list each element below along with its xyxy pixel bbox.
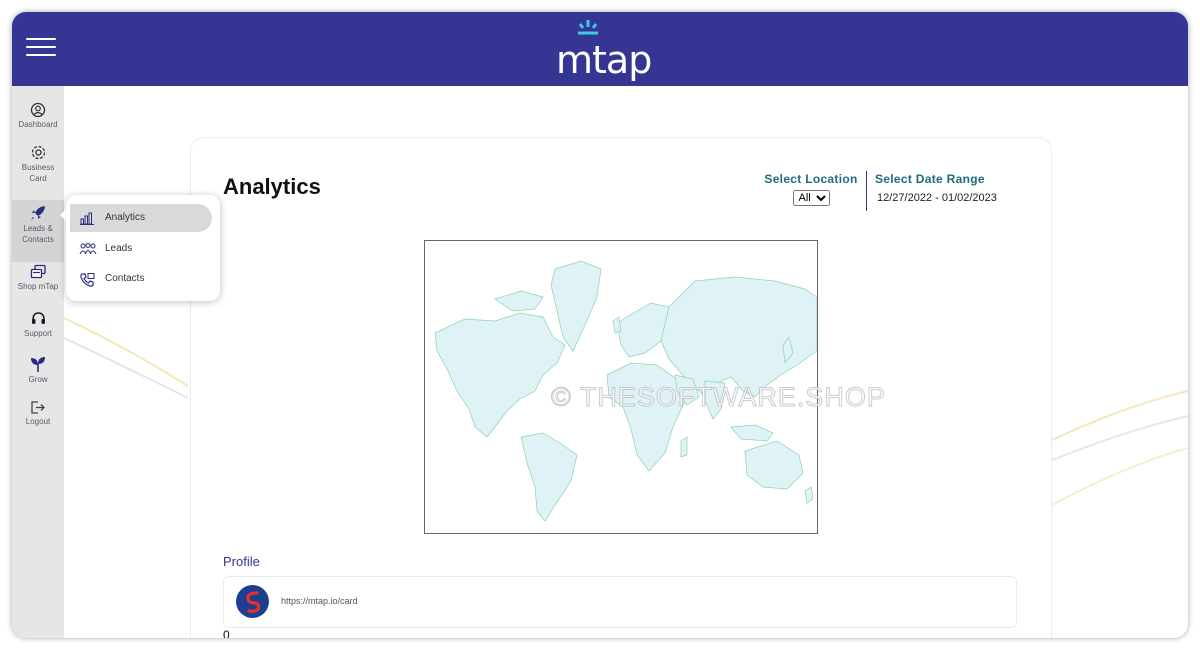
map-south-america bbox=[520, 432, 578, 522]
avatar bbox=[236, 585, 269, 618]
flyout-item-analytics[interactable]: Analytics bbox=[70, 204, 212, 232]
sidebar-item-grow[interactable]: Grow bbox=[12, 356, 64, 385]
flyout-item-label: Leads bbox=[105, 243, 133, 254]
flyout-item-label: Contacts bbox=[105, 273, 145, 284]
gear-icon bbox=[31, 145, 45, 160]
map-uk bbox=[612, 316, 622, 334]
location-filter: Select Location All bbox=[763, 172, 859, 206]
map-greenland bbox=[550, 260, 602, 352]
cards-icon bbox=[30, 264, 46, 279]
sidebar-item-label: Shop mTap bbox=[17, 282, 59, 291]
sidebar-item-label: Leads & Contacts bbox=[22, 224, 54, 244]
location-label: Select Location bbox=[764, 172, 858, 186]
sidebar-item-logout[interactable]: Logout bbox=[12, 400, 64, 427]
sidebar-item-label: Business Card bbox=[21, 163, 55, 183]
sidebar: Dashboard Business Card Leads & Contacts… bbox=[12, 86, 64, 638]
map-europe bbox=[616, 302, 672, 358]
map-madagascar bbox=[680, 436, 688, 458]
sidebar-item-shop-mtap[interactable]: Shop mTap bbox=[12, 264, 64, 292]
sidebar-item-support[interactable]: Support bbox=[12, 310, 64, 339]
profile-count: 0 bbox=[223, 628, 230, 638]
date-range-picker[interactable]: 12/27/2022 - 01/02/2023 bbox=[877, 192, 997, 204]
phone-book-icon bbox=[80, 273, 95, 287]
sidebar-item-label: Grow bbox=[28, 375, 48, 384]
map-australia bbox=[744, 440, 804, 490]
top-bar: mtap bbox=[12, 12, 1188, 86]
bar-chart-icon bbox=[80, 212, 94, 225]
date-range-label: Select Date Range bbox=[875, 172, 985, 186]
map-new-zealand bbox=[804, 486, 814, 504]
leads-contacts-flyout: Analytics Leads Contacts bbox=[60, 195, 220, 301]
analytics-card: Analytics Select Location All Select Dat… bbox=[190, 137, 1052, 638]
sidebar-item-label: Support bbox=[23, 329, 53, 338]
watermark: © THESOFTWARE.SHOP bbox=[551, 382, 886, 413]
mtap-logo: mtap bbox=[552, 18, 652, 82]
page-title: Analytics bbox=[223, 174, 321, 199]
logout-icon bbox=[31, 401, 45, 414]
map-indonesia bbox=[730, 424, 774, 442]
sidebar-item-leads-contacts[interactable]: Leads & Contacts bbox=[12, 200, 64, 262]
map-africa bbox=[606, 362, 686, 472]
hamburger-menu-icon[interactable] bbox=[26, 38, 56, 58]
sprout-icon bbox=[31, 357, 45, 372]
profile-title: Profile bbox=[223, 554, 260, 569]
flyout-item-contacts[interactable]: Contacts bbox=[70, 265, 212, 293]
avatar-logo-icon bbox=[246, 591, 261, 613]
map-canada-islands bbox=[494, 290, 544, 312]
profile-url[interactable]: https://mtap.io/card bbox=[281, 596, 358, 606]
location-select[interactable]: All bbox=[792, 190, 830, 206]
app-window: mtap Dashboard Business Card Leads & Con… bbox=[12, 12, 1188, 638]
user-circle-icon bbox=[30, 102, 46, 118]
sidebar-item-dashboard[interactable]: Dashboard bbox=[12, 102, 64, 130]
sidebar-item-label: Dashboard bbox=[18, 120, 58, 129]
map-north-america bbox=[434, 312, 566, 438]
profile-card-row[interactable]: https://mtap.io/card bbox=[223, 576, 1017, 628]
flyout-arrow bbox=[60, 209, 66, 221]
rocket-icon bbox=[31, 206, 45, 220]
flyout-item-leads[interactable]: Leads bbox=[70, 235, 212, 263]
people-icon bbox=[79, 243, 97, 255]
headset-icon bbox=[31, 312, 45, 324]
sidebar-item-label: Logout bbox=[25, 417, 51, 426]
date-range-filter: Select Date Range 12/27/2022 - 01/02/202… bbox=[875, 172, 997, 204]
flyout-item-label: Analytics bbox=[105, 212, 146, 223]
filter-divider bbox=[866, 171, 867, 211]
logo-text: mtap bbox=[556, 38, 652, 82]
sidebar-item-business-card[interactable]: Business Card bbox=[12, 144, 64, 184]
